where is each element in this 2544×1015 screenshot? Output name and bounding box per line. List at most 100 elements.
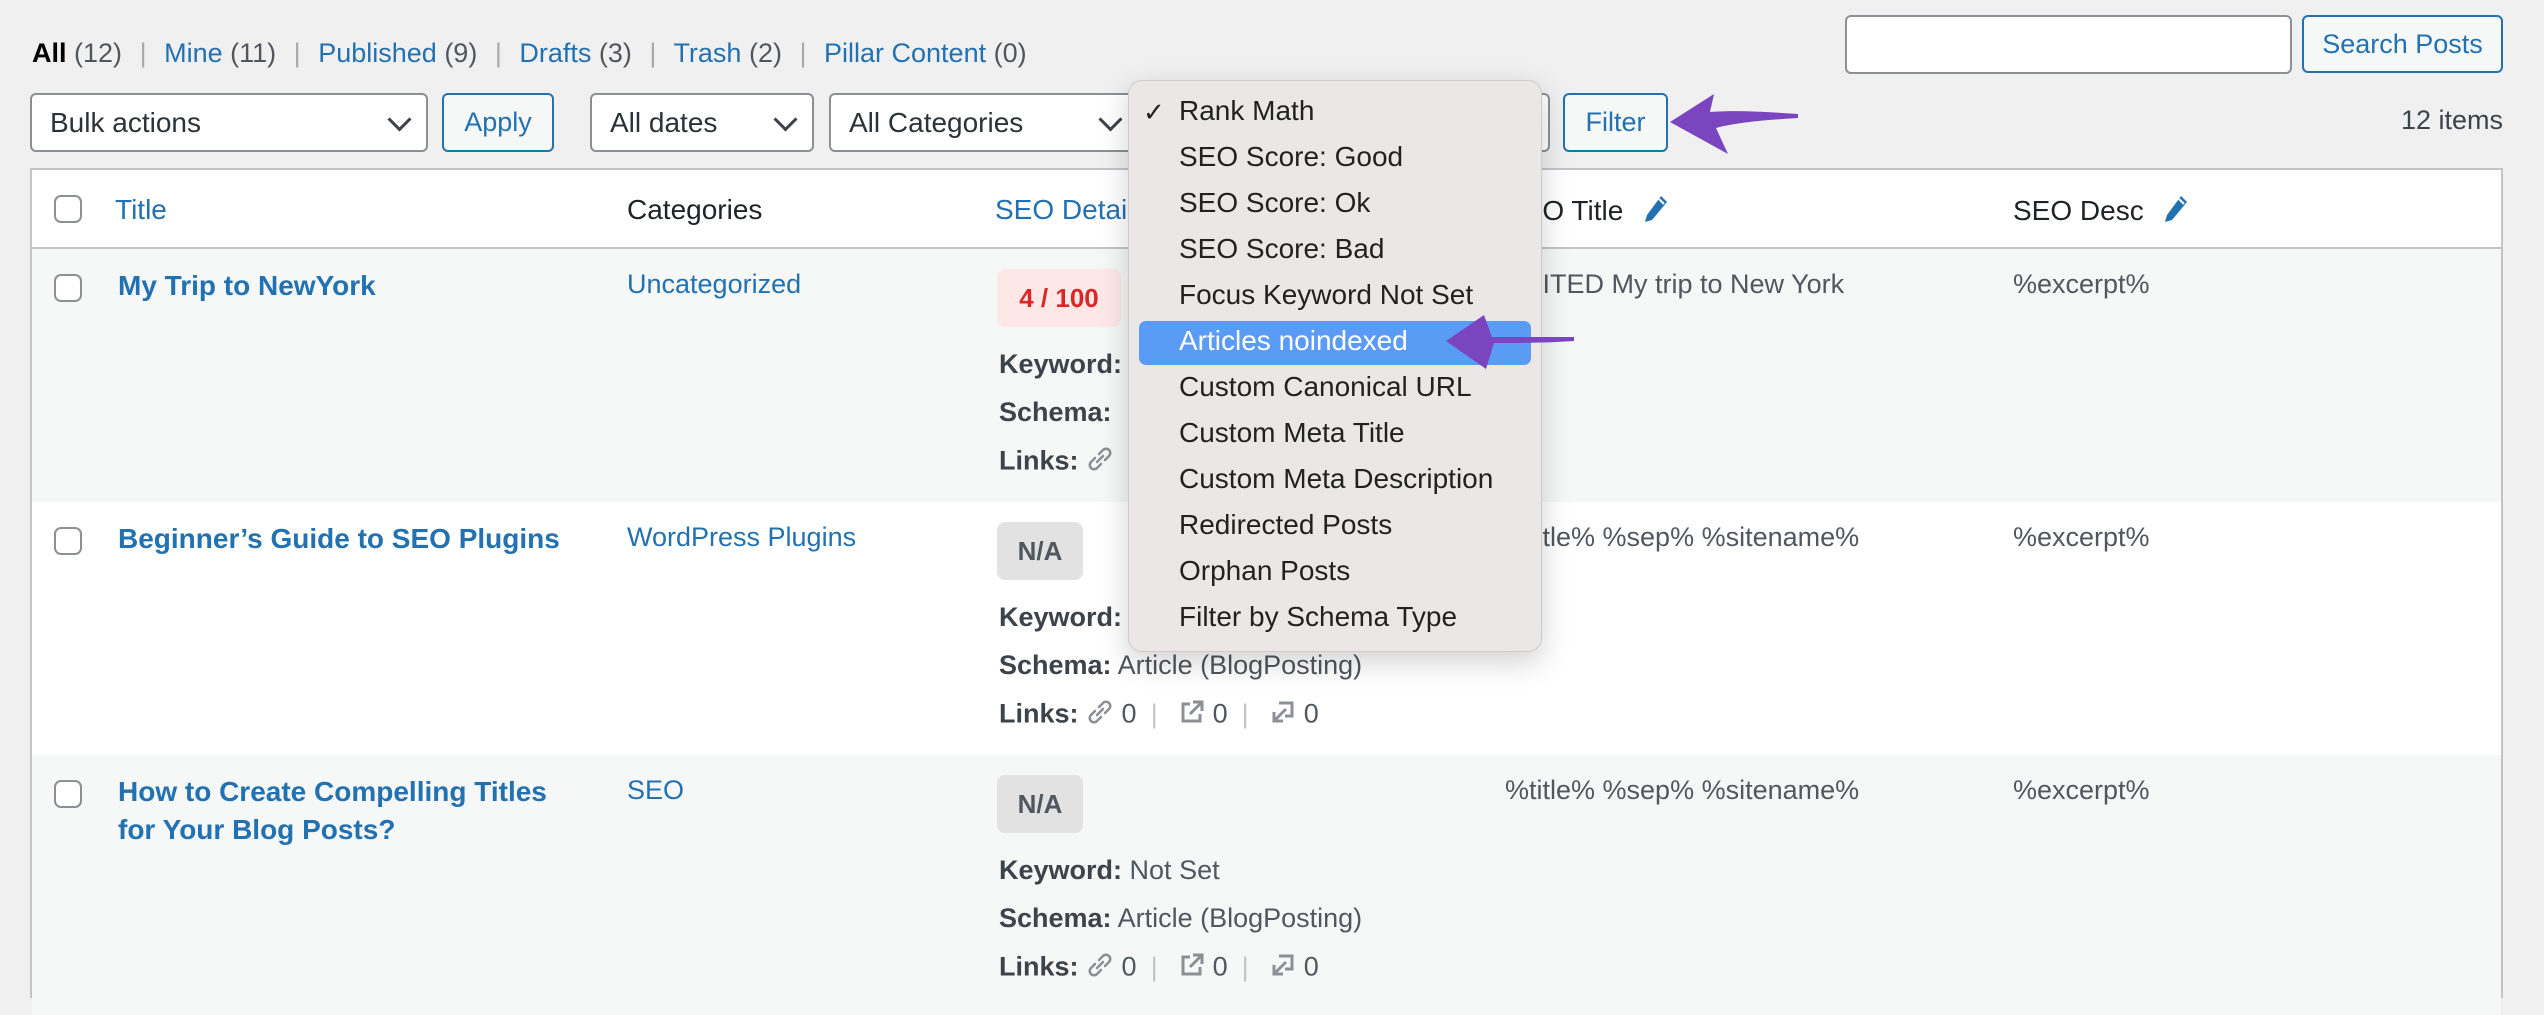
menu-item-filter-by-schema-type[interactable]: Filter by Schema Type: [1179, 601, 1457, 633]
seo-desc-value: %excerpt%: [2013, 775, 2150, 805]
link-icon: [1086, 445, 1114, 480]
menu-item-orphan-posts[interactable]: Orphan Posts: [1179, 555, 1350, 587]
keyword-label: Keyword:: [999, 349, 1123, 379]
category-link[interactable]: WordPress Plugins: [627, 522, 856, 553]
keyword-label: Keyword:: [999, 855, 1123, 885]
schema-detail: Schema: Article (BlogPosting): [999, 903, 1362, 934]
column-seo-details[interactable]: SEO Details: [995, 194, 1148, 226]
status-drafts-count: (3): [598, 38, 632, 68]
status-published-count: (9): [444, 38, 478, 68]
annotation-arrow-icon: [1670, 94, 1798, 154]
links-label: Links:: [999, 445, 1079, 476]
status-trash-count: (2): [748, 38, 782, 68]
menu-item-rank-math[interactable]: Rank Math: [1179, 95, 1314, 127]
category-link[interactable]: Uncategorized: [627, 269, 801, 300]
links-detail: Links: 0 | 0 | 0: [999, 951, 1319, 986]
incoming-link-icon: [1270, 952, 1296, 985]
menu-item-custom-meta-description[interactable]: Custom Meta Description: [1179, 463, 1493, 495]
column-categories: Categories: [627, 194, 763, 225]
links-label: Links:: [999, 951, 1079, 982]
status-all-link[interactable]: All: [32, 38, 67, 68]
menu-item-seo-score-bad[interactable]: SEO Score: Bad: [1179, 233, 1384, 265]
pencil-icon[interactable]: [1643, 194, 1669, 231]
internal-links-count: 0: [1121, 698, 1137, 729]
dates-filter-select[interactable]: All dates: [590, 93, 814, 152]
checkmark-icon: ✓: [1143, 97, 1165, 127]
status-filter-links: All (12) | Mine (11) | Published (9) | D…: [32, 38, 1027, 69]
column-title[interactable]: Title: [115, 194, 167, 226]
seo-score-badge: N/A: [997, 522, 1083, 580]
menu-item-custom-canonical-url[interactable]: Custom Canonical URL: [1179, 371, 1472, 403]
internal-link-icon: [1086, 951, 1114, 986]
menu-item-articles-noindexed[interactable]: Articles noindexed: [1179, 325, 1408, 357]
post-title-link[interactable]: Beginner’s Guide to SEO Plugins: [118, 520, 598, 558]
schema-value: Article (BlogPosting): [1117, 903, 1363, 933]
annotation-arrow-icon: [1446, 315, 1574, 369]
post-title-link[interactable]: My Trip to NewYork: [118, 267, 588, 305]
separator: |: [1241, 698, 1249, 729]
seo-score-badge: N/A: [997, 775, 1083, 833]
schema-label: Schema:: [999, 903, 1112, 933]
schema-value: Article (BlogPosting): [1117, 650, 1363, 680]
seo-desc-label: SEO Desc: [2013, 194, 2144, 226]
bulk-actions-select[interactable]: Bulk actions: [30, 93, 428, 152]
external-link-icon: [1179, 952, 1205, 985]
chevron-down-icon: [1098, 107, 1123, 132]
dates-filter-value: All dates: [610, 106, 718, 138]
status-pillar-content-link[interactable]: Pillar Content: [824, 38, 986, 68]
incoming-link-icon: [1270, 699, 1296, 732]
menu-item-focus-keyword-not-set[interactable]: Focus Keyword Not Set: [1179, 279, 1473, 311]
incoming-links-count: 0: [1303, 698, 1319, 729]
keyword-detail: Keyword:: [999, 602, 1122, 633]
separator: |: [649, 38, 657, 68]
table-row: How to Create Compelling Titles for Your…: [32, 755, 2501, 1015]
keyword-detail: Keyword: Not Set: [999, 855, 1220, 886]
post-title-link[interactable]: How to Create Compelling Titles for Your…: [118, 773, 588, 849]
seo-title-value: %title% %sep% %sitename%: [1505, 775, 1860, 805]
search-posts-input[interactable]: [1845, 15, 2292, 74]
separator: |: [1150, 698, 1158, 729]
category-link[interactable]: SEO: [627, 775, 684, 806]
menu-item-redirected-posts[interactable]: Redirected Posts: [1179, 509, 1392, 541]
links-label: Links:: [999, 698, 1079, 729]
keyword-detail: Keyword:: [999, 349, 1122, 380]
row-checkbox[interactable]: [54, 780, 82, 808]
seo-title-value: %title% %sep% %sitename%: [1505, 522, 1860, 552]
categories-filter-value: All Categories: [849, 106, 1024, 138]
separator: |: [494, 38, 502, 68]
row-checkbox[interactable]: [54, 274, 82, 302]
select-all-checkbox[interactable]: [54, 195, 82, 223]
separator: |: [799, 38, 807, 68]
links-detail: Links:: [999, 445, 1114, 480]
status-drafts-link[interactable]: Drafts: [519, 38, 591, 68]
internal-links-count: 0: [1121, 951, 1137, 982]
seo-desc-value: %excerpt%: [2013, 522, 2150, 552]
separator: |: [1241, 951, 1249, 982]
status-all-count: (12): [74, 38, 123, 68]
schema-label: Schema:: [999, 650, 1112, 680]
filter-button[interactable]: Filter: [1563, 93, 1668, 152]
row-checkbox[interactable]: [54, 527, 82, 555]
menu-item-seo-score-ok[interactable]: SEO Score: Ok: [1179, 187, 1370, 219]
items-count: 12 items: [2400, 105, 2503, 135]
status-mine-link[interactable]: Mine: [164, 38, 223, 68]
internal-link-icon: [1086, 698, 1114, 733]
menu-item-custom-meta-title[interactable]: Custom Meta Title: [1179, 417, 1405, 449]
column-seo-desc: SEO Desc: [2013, 194, 2189, 231]
external-links-count: 0: [1212, 951, 1228, 982]
pencil-icon[interactable]: [2163, 194, 2189, 231]
categories-filter-select[interactable]: All Categories: [829, 93, 1139, 152]
apply-button[interactable]: Apply: [442, 93, 554, 152]
separator: |: [139, 38, 147, 68]
menu-item-seo-score-good[interactable]: SEO Score: Good: [1179, 141, 1403, 173]
external-links-count: 0: [1212, 698, 1228, 729]
status-trash-link[interactable]: Trash: [673, 38, 741, 68]
status-published-link[interactable]: Published: [318, 38, 437, 68]
seo-desc-value: %excerpt%: [2013, 269, 2150, 299]
schema-label: Schema:: [999, 397, 1112, 427]
seo-score-badge: 4 / 100: [997, 269, 1121, 327]
seo-title-value: EDITED My trip to New York: [1505, 269, 1845, 299]
search-posts-button[interactable]: Search Posts: [2302, 15, 2503, 73]
separator: |: [293, 38, 301, 68]
keyword-value: Not Set: [1129, 855, 1220, 885]
